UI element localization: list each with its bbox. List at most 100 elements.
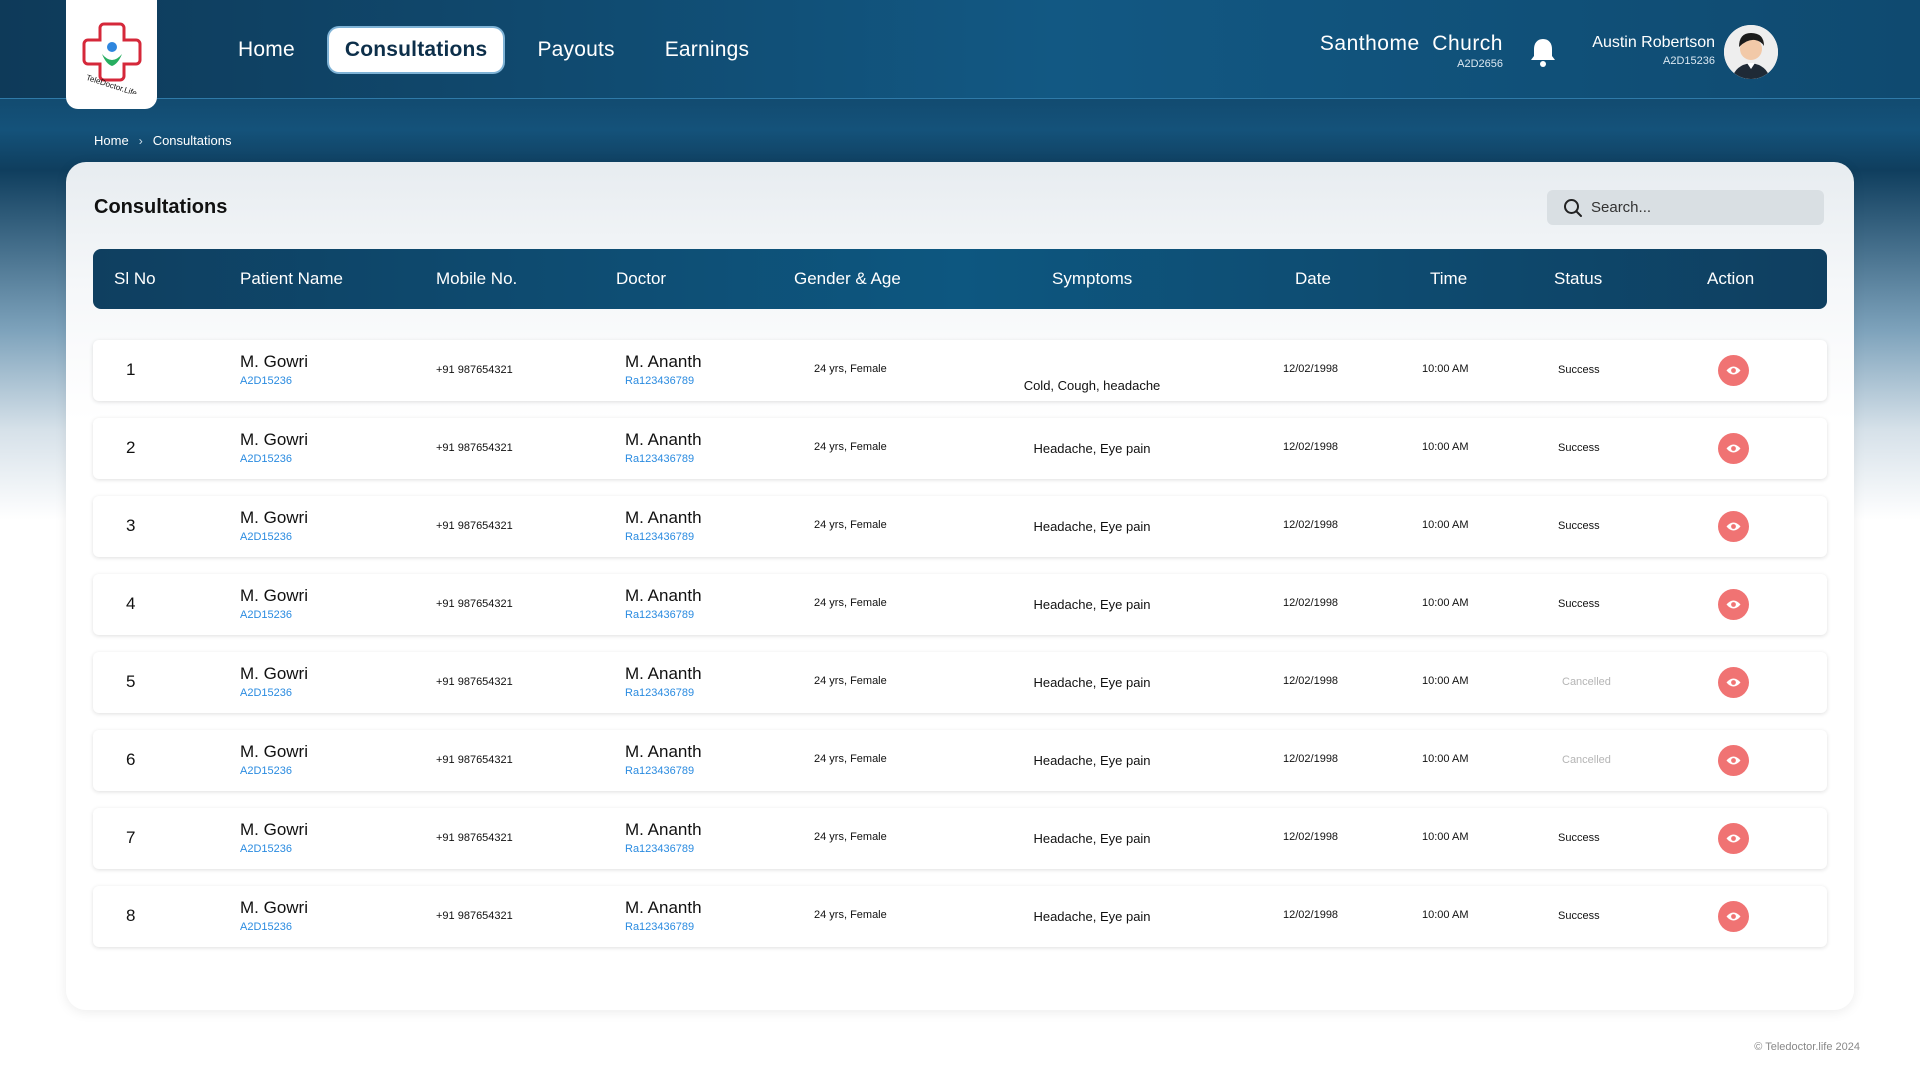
user-code: A2D15236 xyxy=(1663,55,1715,67)
logo[interactable]: TeleDoctor.Life xyxy=(66,0,157,109)
mobile-number: +91 987654321 xyxy=(436,520,513,532)
table-row[interactable]: 5 M. Gowri A2D15236 +91 987654321 M. Ananth R… xyxy=(93,652,1827,713)
mobile-number: +91 987654321 xyxy=(436,676,513,688)
view-button[interactable] xyxy=(1718,433,1749,464)
view-button[interactable] xyxy=(1718,667,1749,698)
patient-id[interactable]: A2D15236 xyxy=(240,375,292,387)
patient-id[interactable]: A2D15236 xyxy=(240,453,292,465)
doctor-id[interactable]: Ra123436789 xyxy=(625,453,694,465)
main-nav: Home Consultations Payouts Earnings xyxy=(222,28,783,72)
header-mobile: Mobile No. xyxy=(436,269,518,288)
gender-age: 24 yrs, Female xyxy=(814,441,887,453)
nav-home[interactable]: Home xyxy=(222,28,311,72)
symptoms: Headache, Eye pain xyxy=(1033,597,1151,612)
eye-icon xyxy=(1726,600,1741,609)
nav-consultations[interactable]: Consultations xyxy=(328,28,504,72)
row-sl-no: 4 xyxy=(126,594,136,613)
doctor-name: M. Ananth xyxy=(625,898,702,917)
search-input[interactable] xyxy=(1591,199,1811,216)
gender-age: 24 yrs, Female xyxy=(814,753,887,765)
page: TeleDoctor.Life Home Consultations Payou… xyxy=(0,0,1920,1080)
patient-name: M. Gowri xyxy=(240,664,308,683)
search-box[interactable] xyxy=(1547,190,1824,225)
patient-id[interactable]: A2D15236 xyxy=(240,687,292,699)
user-name: Austin Robertson xyxy=(1592,34,1715,51)
table-header: Sl No Patient Name Mobile No. Doctor Gen… xyxy=(93,249,1827,309)
patient-id[interactable]: A2D15236 xyxy=(240,843,292,855)
consultation-time: 10:00 AM xyxy=(1422,597,1469,609)
consultation-date: 12/02/1998 xyxy=(1283,363,1339,375)
symptoms: Headache, Eye pain xyxy=(1033,675,1151,690)
row-sl-no: 1 xyxy=(126,360,136,379)
breadcrumb-home[interactable]: Home xyxy=(94,133,129,148)
view-button[interactable] xyxy=(1718,823,1749,854)
patient-id[interactable]: A2D15236 xyxy=(240,609,292,621)
table-row[interactable]: 3 M. Gowri A2D15236 +91 987654321 M. Ananth R… xyxy=(93,496,1827,557)
table-row[interactable]: 4 M. Gowri A2D15236 +91 987654321 M. Ananth R… xyxy=(93,574,1827,635)
doctor-id[interactable]: Ra123436789 xyxy=(625,609,694,621)
view-button[interactable] xyxy=(1718,355,1749,386)
consultation-date: 12/02/1998 xyxy=(1283,519,1339,531)
status-badge: Success xyxy=(1558,910,1600,922)
consultations-card: Consultations Sl No Patient Name Mobile … xyxy=(66,162,1854,1010)
breadcrumb: Home › Consultations xyxy=(94,133,231,148)
breadcrumb-current: Consultations xyxy=(152,133,232,148)
consultation-time: 10:00 AM xyxy=(1422,831,1469,843)
symptoms: Headache, Eye pain xyxy=(1033,753,1151,768)
status-badge: Success xyxy=(1558,364,1600,376)
header-symptoms: Symptoms xyxy=(1052,269,1133,288)
doctor-id[interactable]: Ra123436789 xyxy=(625,765,694,777)
header-patient-name: Patient Name xyxy=(240,269,343,288)
view-button[interactable] xyxy=(1718,745,1749,776)
status-badge: Success xyxy=(1558,442,1600,454)
nav-earnings[interactable]: Earnings xyxy=(649,28,765,72)
patient-name: M. Gowri xyxy=(240,742,308,761)
header-action: Action xyxy=(1707,269,1755,288)
header-status: Status xyxy=(1554,269,1603,288)
avatar[interactable] xyxy=(1724,25,1778,79)
doctor-id[interactable]: Ra123436789 xyxy=(625,375,694,387)
eye-icon xyxy=(1726,678,1741,687)
mobile-number: +91 987654321 xyxy=(436,442,513,454)
organization-code: A2D2656 xyxy=(1457,58,1503,70)
gender-age: 24 yrs, Female xyxy=(814,675,887,687)
logo-cross-icon: TeleDoctor.Life xyxy=(82,22,141,94)
consultation-date: 12/02/1998 xyxy=(1283,597,1339,609)
status-badge: Cancelled xyxy=(1562,676,1611,688)
consultation-date: 12/02/1998 xyxy=(1283,831,1339,843)
consultation-time: 10:00 AM xyxy=(1422,909,1469,921)
consultation-date: 12/02/1998 xyxy=(1283,675,1339,687)
organization-info[interactable]: Santhome Church A2D2656 xyxy=(1320,32,1503,70)
bell-icon[interactable] xyxy=(1528,36,1558,68)
doctor-name: M. Ananth xyxy=(625,820,702,839)
row-sl-no: 2 xyxy=(126,438,136,457)
doctor-id[interactable]: Ra123436789 xyxy=(625,687,694,699)
doctor-name: M. Ananth xyxy=(625,586,702,605)
view-button[interactable] xyxy=(1718,511,1749,542)
header-time: Time xyxy=(1430,269,1468,288)
mobile-number: +91 987654321 xyxy=(436,910,513,922)
user-info[interactable]: Austin Robertson A2D15236 xyxy=(1592,34,1715,67)
symptoms: Headache, Eye pain xyxy=(1033,519,1151,534)
gender-age: 24 yrs, Female xyxy=(814,909,887,921)
table-row[interactable]: 7 M. Gowri A2D15236 +91 987654321 M. Ananth R… xyxy=(93,808,1827,869)
patient-id[interactable]: A2D15236 xyxy=(240,531,292,543)
table-row[interactable]: 8 M. Gowri A2D15236 +91 987654321 M. Ananth R… xyxy=(93,886,1827,947)
consultation-time: 10:00 AM xyxy=(1422,753,1469,765)
table-row[interactable]: 2 M. Gowri A2D15236 +91 987654321 M. Ananth R… xyxy=(93,418,1827,479)
doctor-id[interactable]: Ra123436789 xyxy=(625,531,694,543)
status-badge: Success xyxy=(1558,598,1600,610)
patient-id[interactable]: A2D15236 xyxy=(240,765,292,777)
patient-id[interactable]: A2D15236 xyxy=(240,921,292,933)
view-button[interactable] xyxy=(1718,589,1749,620)
table-row[interactable]: 1 M. Gowri A2D15236 +91 987654321 M. Ananth R… xyxy=(93,340,1827,401)
view-button[interactable] xyxy=(1718,901,1749,932)
nav-payouts[interactable]: Payouts xyxy=(521,28,630,72)
doctor-id[interactable]: Ra123436789 xyxy=(625,921,694,933)
doctor-id[interactable]: Ra123436789 xyxy=(625,843,694,855)
header-date: Date xyxy=(1295,269,1331,288)
footer-copyright: © Teledoctor.life 2024 xyxy=(1754,1041,1860,1053)
eye-icon xyxy=(1726,912,1741,921)
table-row[interactable]: 6 M. Gowri A2D15236 +91 987654321 M. Ananth R… xyxy=(93,730,1827,791)
search-icon xyxy=(1564,198,1582,217)
